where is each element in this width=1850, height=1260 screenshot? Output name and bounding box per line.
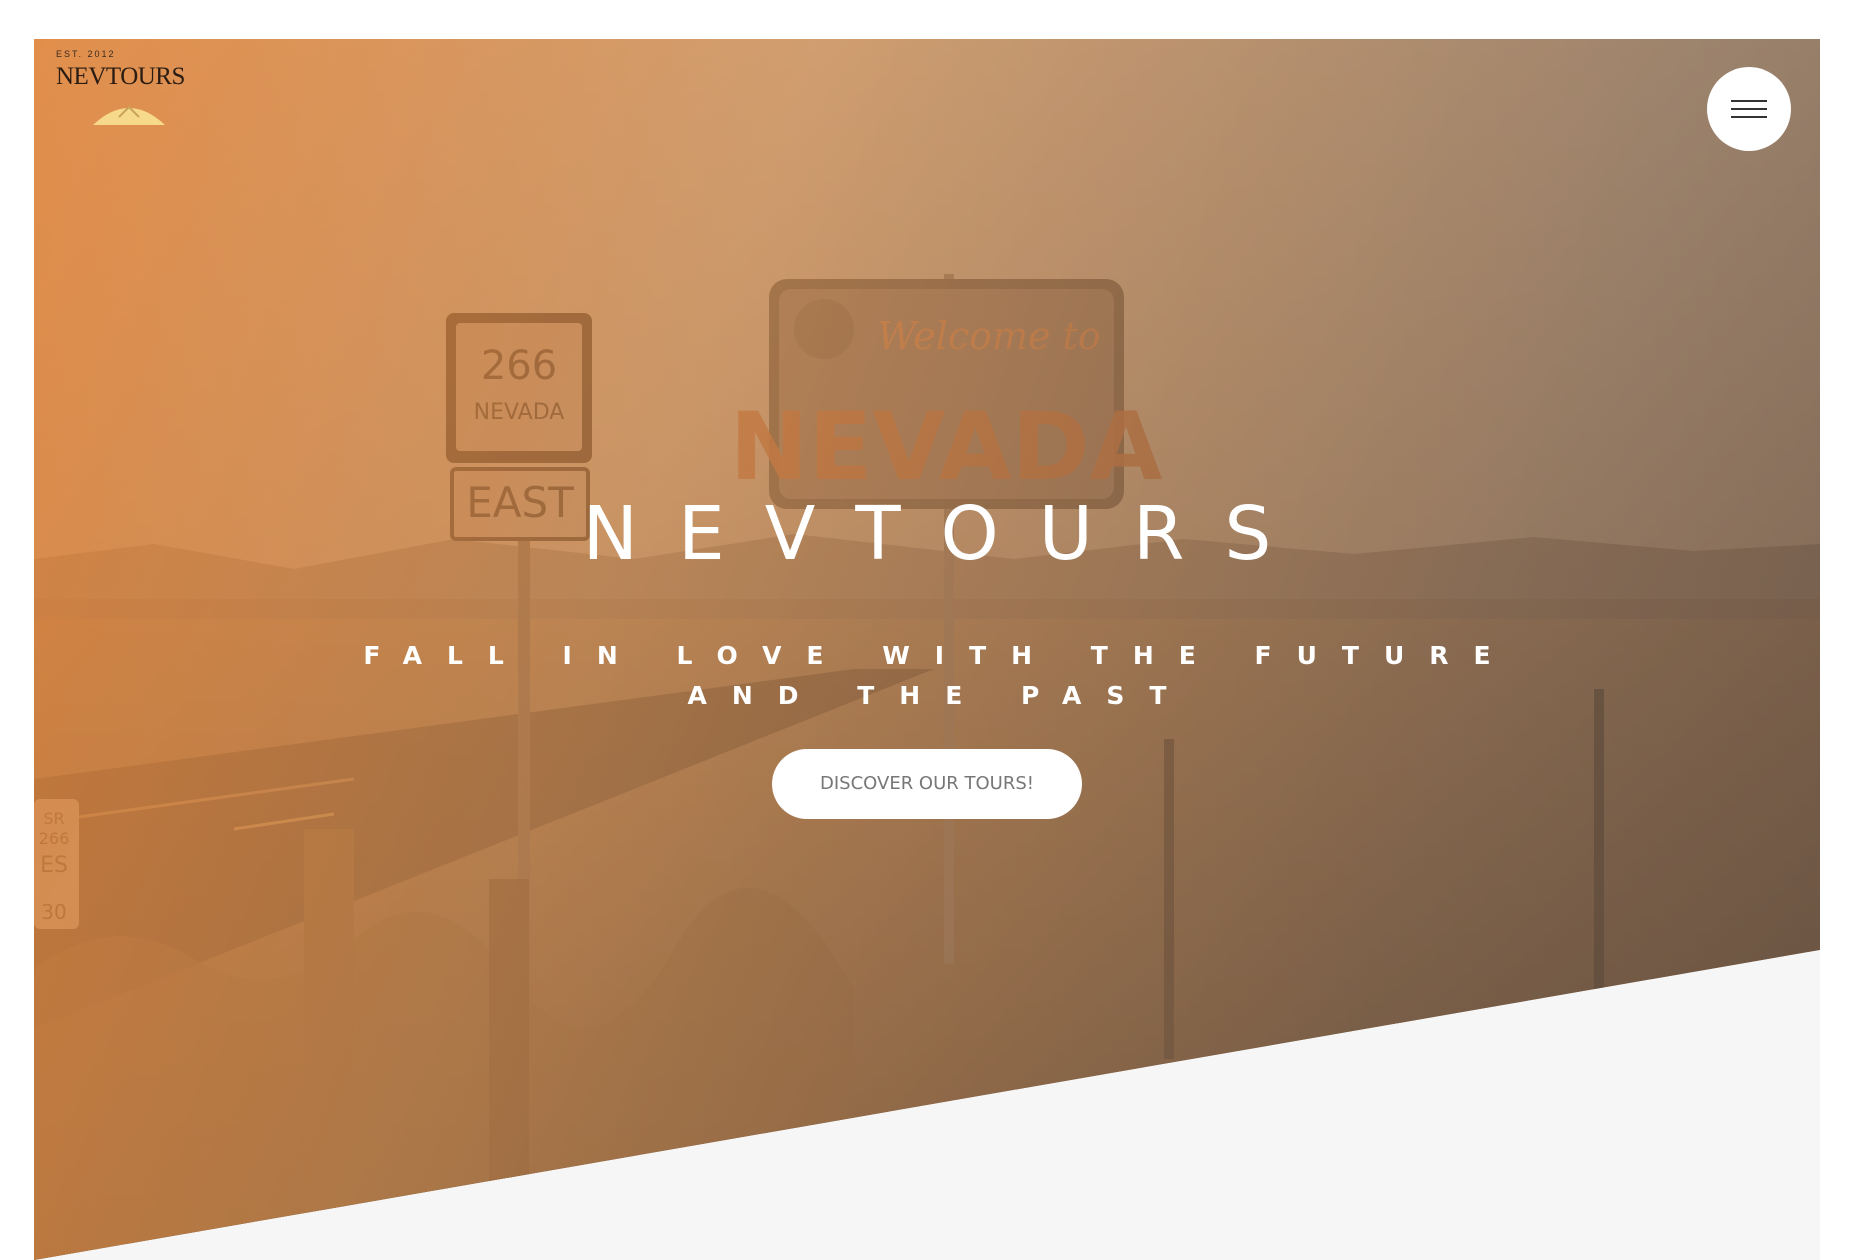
mountain-logo-icon [93, 105, 165, 125]
hamburger-menu-icon-line-3 [1731, 116, 1767, 118]
hero-title: NEVTOURS [582, 491, 1312, 577]
logo-established-text: EST. 2012 [56, 49, 116, 59]
site-logo[interactable]: EST. 2012 NEVTOURS [56, 49, 226, 139]
hamburger-menu-icon-line-2 [1731, 108, 1767, 110]
logo-wordmark: NEVTOURS [56, 63, 185, 90]
hero-subtitle-line-2: AND THE PAST [687, 681, 1192, 710]
hamburger-menu-icon [1731, 100, 1767, 102]
hero-subtitle-line-1: FALL IN LOVE WITH THE FUTURE [363, 641, 1516, 670]
hamburger-menu-button[interactable] [1707, 67, 1791, 151]
discover-tours-button[interactable]: DISCOVER OUR TOURS! [772, 749, 1082, 819]
page-frame: 266 NEVADA EAST Welcome to NEVADA SR 266… [34, 39, 1820, 1260]
hero-section: 266 NEVADA EAST Welcome to NEVADA SR 266… [34, 39, 1820, 1260]
